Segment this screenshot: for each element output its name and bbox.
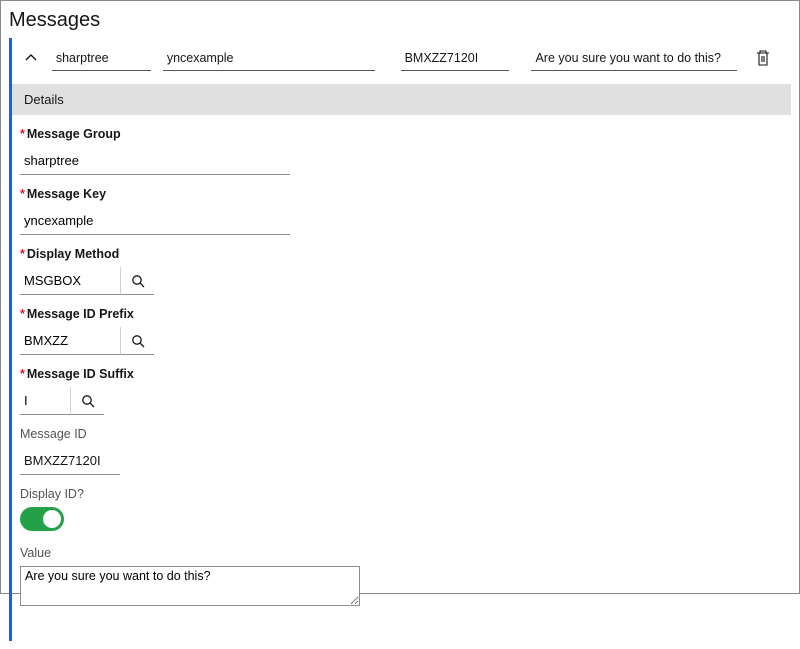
- collapse-button[interactable]: [22, 49, 40, 67]
- display-method-input[interactable]: [20, 267, 120, 295]
- search-icon: [131, 274, 145, 288]
- search-icon: [81, 394, 95, 408]
- message-id-suffix-lookup[interactable]: [70, 387, 104, 415]
- message-id-prefix-input[interactable]: [20, 327, 120, 355]
- display-method-label: Display Method: [20, 247, 791, 261]
- message-group-label: Message Group: [20, 127, 791, 141]
- message-key-input[interactable]: [20, 207, 290, 235]
- summary-key[interactable]: yncexample: [163, 45, 375, 71]
- details-header: Details: [12, 84, 791, 115]
- display-method-lookup[interactable]: [120, 267, 154, 295]
- summary-message-id[interactable]: BMXZZ7120I: [401, 45, 510, 71]
- summary-value[interactable]: Are you sure you want to do this?: [531, 45, 737, 71]
- page-title: Messages: [1, 1, 799, 38]
- value-textarea[interactable]: [20, 566, 360, 606]
- search-icon: [131, 334, 145, 348]
- delete-button[interactable]: [749, 44, 777, 72]
- summary-row: sharptree yncexample BMXZZ7120I Are you …: [12, 38, 791, 78]
- chevron-up-icon: [25, 54, 37, 62]
- trash-icon: [755, 49, 771, 67]
- message-id-suffix-input[interactable]: [20, 387, 70, 415]
- message-id-prefix-label: Message ID Prefix: [20, 307, 791, 321]
- message-group-input[interactable]: [20, 147, 290, 175]
- display-id-label: Display ID?: [20, 487, 791, 501]
- message-id-prefix-lookup[interactable]: [120, 327, 154, 355]
- display-id-toggle[interactable]: [20, 507, 64, 531]
- message-id-value: BMXZZ7120I: [20, 447, 120, 475]
- message-key-label: Message Key: [20, 187, 791, 201]
- summary-group[interactable]: sharptree: [52, 45, 151, 71]
- value-label: Value: [20, 546, 791, 560]
- message-id-label: Message ID: [20, 427, 791, 441]
- message-id-suffix-label: Message ID Suffix: [20, 367, 791, 381]
